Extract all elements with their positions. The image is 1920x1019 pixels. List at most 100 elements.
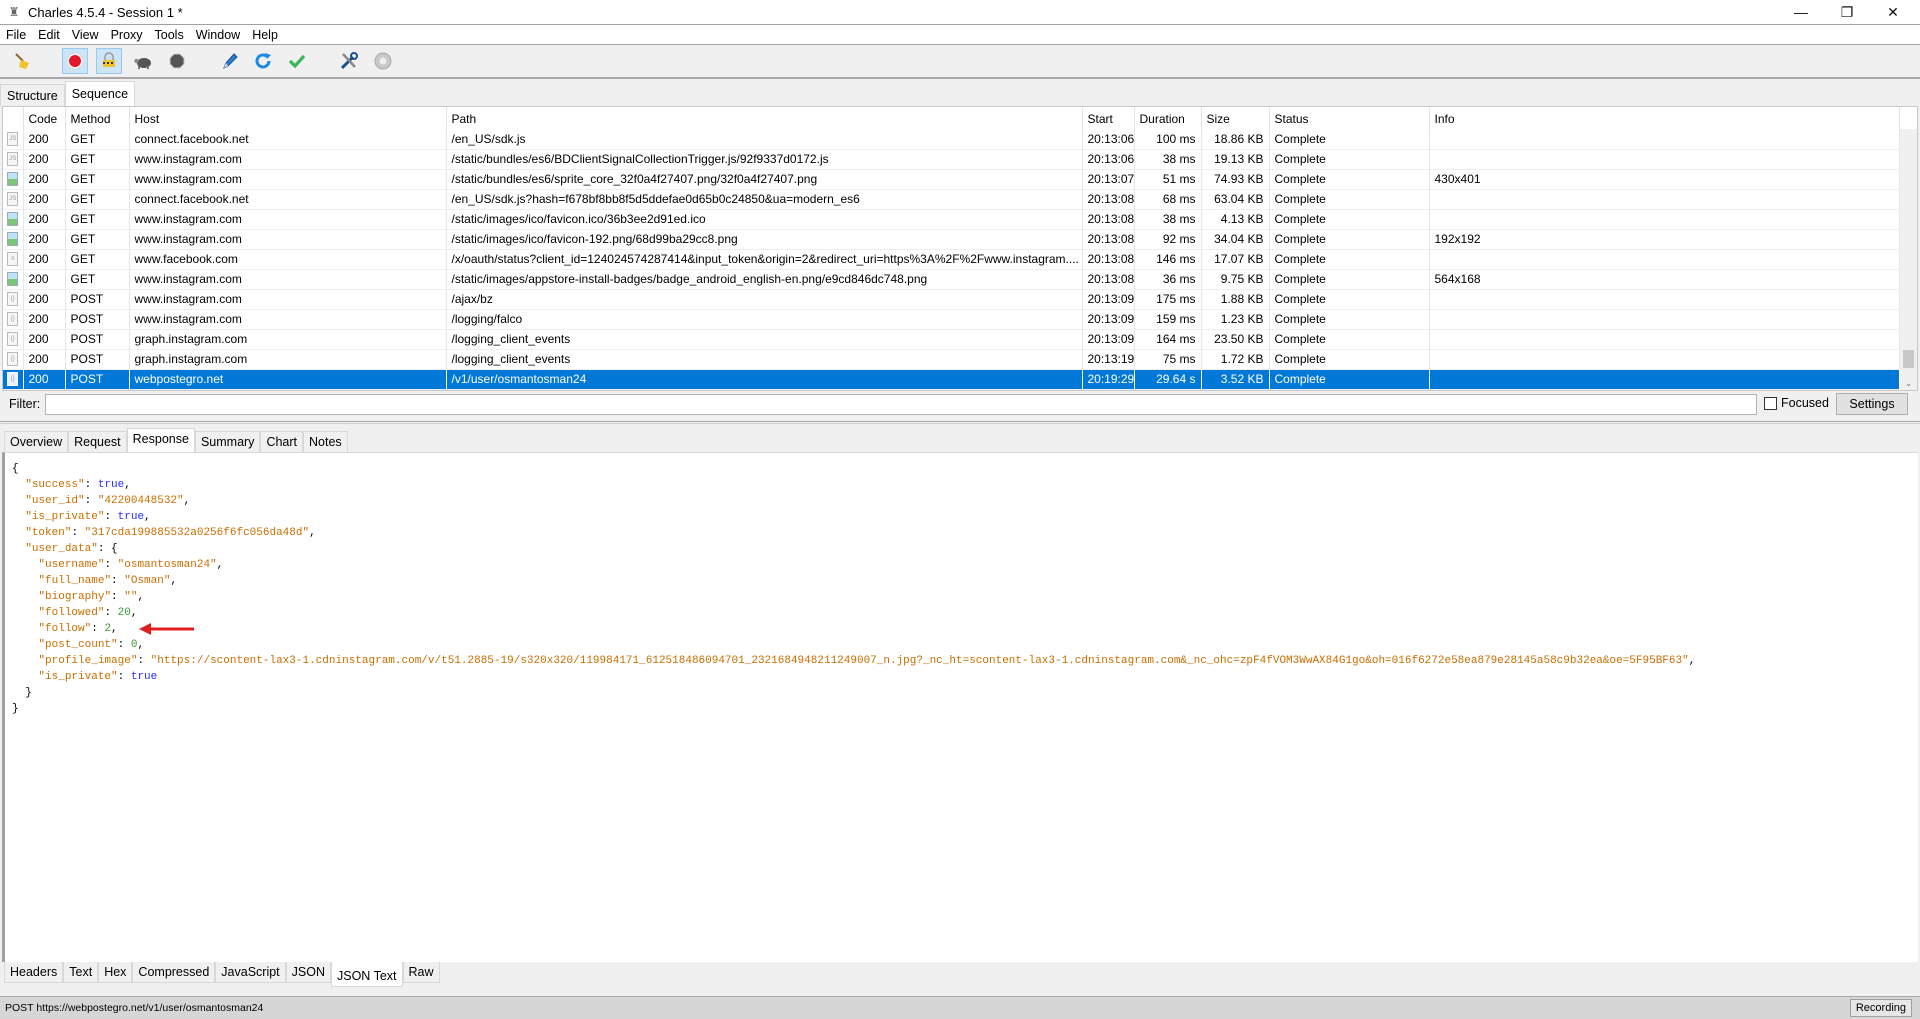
menu-tools[interactable]: Tools: [149, 28, 190, 42]
cell-host: connect.facebook.net: [129, 129, 447, 150]
json-value: "osmantosman24": [117, 559, 217, 571]
close-button[interactable]: ✕: [1870, 0, 1916, 24]
cell-size: 63.04 KB: [1201, 189, 1270, 210]
menu-edit[interactable]: Edit: [32, 28, 66, 42]
column-header-icon[interactable]: [3, 107, 24, 129]
cell-host: www.instagram.com: [129, 309, 447, 330]
split-pane-divider[interactable]: [0, 421, 1920, 424]
repeat-button[interactable]: [250, 48, 276, 74]
tab-compressed[interactable]: Compressed: [132, 962, 216, 983]
tab-headers[interactable]: Headers: [4, 962, 64, 983]
json-file-icon: {}: [7, 312, 19, 326]
json-key: token: [31, 527, 65, 539]
table-row[interactable]: {} 200 POST graph.instagram.com/logging_cli…: [3, 329, 1900, 350]
tab-overview[interactable]: Overview: [4, 431, 69, 452]
focused-checkbox[interactable]: Focused: [1764, 396, 1829, 410]
json-key: username: [45, 559, 98, 571]
tab-notes[interactable]: Notes: [303, 431, 348, 452]
table-row[interactable]: ≡ 200 GET www.facebook.com/x/oauth/status?c…: [3, 249, 1900, 270]
scrollbar-thumb[interactable]: [1903, 350, 1914, 368]
cell-status: Complete: [1269, 229, 1430, 250]
throttling-button[interactable]: [130, 48, 156, 74]
json-key: follow: [45, 623, 85, 635]
clear-session-button[interactable]: [10, 48, 36, 74]
focused-checkbox-box[interactable]: [1764, 396, 1777, 410]
cell-status: Complete: [1269, 269, 1430, 290]
cell-code: 200: [23, 209, 66, 230]
menu-proxy[interactable]: Proxy: [105, 28, 149, 42]
record-button[interactable]: [62, 48, 88, 74]
cell-method: GET: [65, 269, 130, 290]
table-row[interactable]: 200 GET www.instagram.com/static/images/ic…: [3, 209, 1900, 230]
tab-text[interactable]: Text: [63, 962, 99, 983]
tab-request[interactable]: Request: [68, 431, 127, 452]
cell-status: Complete: [1269, 169, 1430, 190]
table-header-row: Code Method Host Path Start Duration Siz…: [3, 107, 1900, 129]
cell-duration: 36 ms: [1134, 269, 1202, 290]
validate-button[interactable]: [284, 48, 310, 74]
filter-settings-button[interactable]: Settings: [1836, 393, 1908, 415]
table-row[interactable]: {} 200 POST webpostegro.net/v1/user/osmanto…: [3, 369, 1900, 390]
cell-method: GET: [65, 209, 130, 230]
table-row[interactable]: 200 GET www.instagram.com/static/images/ic…: [3, 229, 1900, 250]
table-row[interactable]: JS 200 GET connect.facebook.net/en_US/sdk.j…: [3, 129, 1900, 150]
tab-structure[interactable]: Structure: [0, 84, 65, 106]
menu-file[interactable]: File: [0, 28, 32, 42]
json-line: "profile_image": "https://scontent-lax3-…: [38, 655, 1696, 667]
minimize-button[interactable]: —: [1778, 0, 1824, 24]
cell-start: 20:13:07: [1082, 169, 1135, 190]
column-header-duration[interactable]: Duration: [1134, 107, 1202, 129]
json-file-icon: {}: [7, 292, 19, 306]
response-json-viewer[interactable]: { "success": true, "user_id": "422004485…: [2, 452, 1918, 962]
menu-window[interactable]: Window: [190, 28, 246, 42]
cell-start: 20:13:06: [1082, 149, 1135, 170]
table-row[interactable]: JS 200 GET connect.facebook.net/en_US/sdk.j…: [3, 189, 1900, 210]
tab-javascript[interactable]: JavaScript: [215, 962, 286, 983]
cell-duration: 75 ms: [1134, 349, 1202, 370]
recording-status-button[interactable]: Recording: [1849, 999, 1912, 1017]
tab-raw[interactable]: Raw: [402, 962, 440, 983]
status-bar: POST https://webpostegro.net/v1/user/osm…: [0, 996, 1920, 1019]
cell-info: [1429, 149, 1900, 170]
cell-duration: 164 ms: [1134, 329, 1202, 350]
tab-summary[interactable]: Summary: [194, 431, 261, 452]
breakpoints-button[interactable]: [164, 48, 190, 74]
ssl-proxying-button[interactable]: [96, 48, 122, 74]
table-row[interactable]: {} 200 POST www.instagram.com/ajax/bz 20:13:…: [3, 289, 1900, 310]
column-header-size[interactable]: Size: [1201, 107, 1270, 129]
table-row[interactable]: {} 200 POST www.instagram.com/logging/falco…: [3, 309, 1900, 330]
filter-input[interactable]: [45, 394, 1757, 415]
column-header-info[interactable]: Info: [1429, 107, 1900, 129]
table-row[interactable]: 200 GET www.instagram.com/static/bundles/e…: [3, 169, 1900, 190]
table-row[interactable]: 200 GET www.instagram.com/static/images/ap…: [3, 269, 1900, 290]
menu-view[interactable]: View: [66, 28, 105, 42]
filter-bar: Filter: Focused Settings: [0, 392, 1920, 416]
scroll-down-arrow-icon[interactable]: ⌄: [1900, 375, 1917, 390]
table-vertical-scrollbar[interactable]: ⌄: [1900, 129, 1917, 390]
table-row[interactable]: {} 200 POST graph.instagram.com/logging_cli…: [3, 349, 1900, 370]
column-header-code[interactable]: Code: [23, 107, 66, 129]
column-header-path[interactable]: Path: [446, 107, 1083, 129]
tab-response[interactable]: Response: [126, 428, 195, 452]
column-header-host[interactable]: Host: [129, 107, 447, 129]
tab-json-text[interactable]: JSON Text: [331, 962, 403, 987]
tab-hex[interactable]: Hex: [98, 962, 133, 983]
column-header-start[interactable]: Start: [1082, 107, 1135, 129]
row-type-cell: {}: [3, 309, 24, 330]
compose-button[interactable]: [216, 48, 242, 74]
menu-help[interactable]: Help: [246, 28, 284, 42]
column-header-method[interactable]: Method: [65, 107, 130, 129]
tab-json[interactable]: JSON: [285, 962, 331, 983]
tools-button[interactable]: [336, 48, 362, 74]
column-header-status[interactable]: Status: [1269, 107, 1430, 129]
cell-host: graph.instagram.com: [129, 349, 447, 370]
tab-chart[interactable]: Chart: [260, 431, 304, 452]
table-row[interactable]: JS 200 GET www.instagram.com/static/bundles…: [3, 149, 1900, 170]
cell-duration: 68 ms: [1134, 189, 1202, 210]
settings-toolbar-button[interactable]: [370, 48, 396, 74]
json-line: "user_data": {: [25, 543, 118, 555]
cell-path: /ajax/bz: [446, 289, 1083, 310]
tab-sequence[interactable]: Sequence: [64, 81, 136, 106]
cell-path: /v1/user/osmantosman24: [446, 369, 1083, 390]
restore-button[interactable]: ❐: [1824, 0, 1870, 24]
